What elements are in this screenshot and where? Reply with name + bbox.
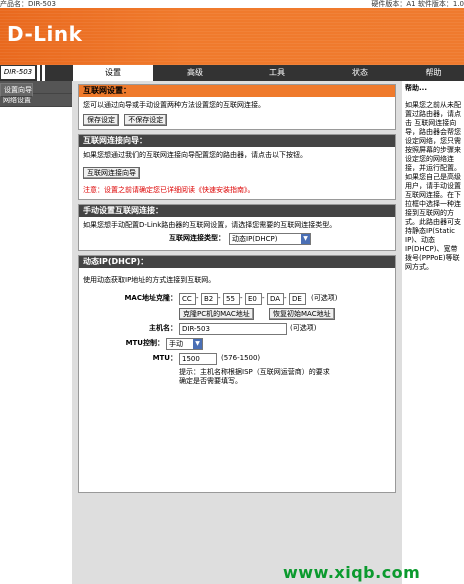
tab-setup[interactable]: 设置 — [73, 65, 153, 81]
sidebar-item-wizard[interactable]: 设置向导 — [0, 83, 33, 97]
product-name: 产品名：DIR-503 — [0, 0, 56, 8]
hint-line-1: 提示：主机名称根据ISP（互联网运营商）的要求 — [179, 368, 330, 376]
mac-field-1[interactable]: CC — [179, 293, 196, 305]
sidebar: 设置向导 无线设置 网络设置 — [0, 81, 72, 107]
mac-field-2[interactable]: B2 — [201, 293, 218, 305]
model-label: DIR-503 — [1, 66, 35, 79]
mtu-control-label: MTU控制： — [125, 339, 164, 347]
mtu-control-select[interactable]: 手动 ▼ — [166, 338, 203, 350]
connection-type-select[interactable]: 动态IP(DHCP) ▼ — [229, 233, 311, 245]
internet-setup-box: 互联网设置： 您可以通过向导或手动设置两种方法设置您的互联网连接。 保存设定 不… — [78, 84, 396, 130]
tab-tools[interactable]: 工具 — [237, 65, 317, 81]
chevron-down-icon: ▼ — [193, 339, 202, 349]
mac-separator: - — [196, 294, 199, 302]
mac-field-4[interactable]: E0 — [245, 293, 262, 305]
mac-separator: - — [240, 294, 243, 302]
mac-separator: - — [284, 294, 287, 302]
help-text: 如果您之前从未配置过路由器，请点击 互联网连接向导，路由器会帮您设定网络，您只需… — [405, 101, 461, 271]
connection-type-value: 动态IP(DHCP) — [232, 235, 278, 243]
mac-field-5[interactable]: DA — [267, 293, 284, 305]
help-panel: 帮助... 如果您之前从未配置过路由器，请点击 互联网连接向导，路由器会帮您设定… — [402, 81, 464, 584]
save-button[interactable]: 保存设定 — [83, 114, 119, 126]
wizard-desc: 如果您想通过我们的互联网连接向导配置您的路由器，请点击以下按钮。 — [83, 151, 307, 159]
restore-mac-button[interactable]: 恢复初始MAC地址 — [269, 308, 335, 320]
version-info: 硬件版本：A1 软件版本：1.0 — [371, 0, 464, 8]
mtu-range: (576-1500) — [221, 354, 261, 362]
mac-optional: (可选项) — [311, 294, 338, 302]
mtu-input[interactable]: 1500 — [179, 353, 217, 365]
nav-separator — [37, 65, 40, 81]
dhcp-box: 动态IP(DHCP)： 使用动态获取IP地址的方式连接到互联网。 MAC地址克隆… — [78, 255, 396, 493]
header-banner: D-Link — [0, 8, 464, 65]
mac-separator: - — [262, 294, 265, 302]
wizard-title: 互联网连接向导： — [79, 135, 395, 147]
clone-pc-mac-button[interactable]: 克隆PC机的MAC地址 — [179, 308, 254, 320]
mtu-label: MTU： — [152, 354, 177, 362]
dlink-logo: D-Link — [7, 22, 83, 46]
dont-save-button[interactable]: 不保存设定 — [124, 114, 168, 126]
mac-field-6[interactable]: DE — [289, 293, 306, 305]
wizard-box: 互联网连接向导： 如果您想通过我们的互联网连接向导配置您的路由器，请点击以下按钮… — [78, 134, 396, 200]
nav-separator — [42, 65, 45, 81]
tab-advanced[interactable]: 高级 — [155, 65, 235, 81]
tab-status[interactable]: 状态 — [319, 65, 401, 81]
hostname-label: 主机名： — [149, 324, 177, 332]
site-watermark: www.xiqb.com — [283, 563, 421, 582]
hostname-input[interactable]: DIR-503 — [179, 323, 287, 335]
wizard-note: 注意：设置之前请确定您已详细阅读《快速安装指南》。 — [83, 186, 255, 194]
mtu-control-value: 手动 — [169, 340, 183, 348]
hostname-optional: (可选项) — [290, 324, 317, 332]
manual-desc: 如果您想手动配置D-Link路由器的互联网设置，请选择您需要的互联网连接类型。 — [83, 221, 337, 229]
top-info-bar: 产品名：DIR-503 硬件版本：A1 软件版本：1.0 — [0, 0, 464, 8]
manual-box: 手动设置互联网连接： 如果您想手动配置D-Link路由器的互联网设置，请选择您需… — [78, 204, 396, 251]
help-title: 帮助... — [405, 84, 427, 92]
chevron-down-icon: ▼ — [301, 234, 310, 244]
dhcp-title: 动态IP(DHCP)： — [79, 256, 395, 268]
dhcp-desc: 使用动态获取IP地址的方式连接到互联网。 — [83, 276, 216, 284]
internet-setup-title: 互联网设置： — [79, 85, 395, 97]
internet-setup-desc: 您可以通过向导或手动设置两种方法设置您的互联网连接。 — [83, 101, 265, 109]
mac-field-3[interactable]: 55 — [223, 293, 240, 305]
mac-separator: - — [218, 294, 221, 302]
wizard-button[interactable]: 互联网连接向导 — [83, 167, 140, 179]
left-column — [0, 81, 72, 584]
main-content: 互联网设置： 您可以通过向导或手动设置两种方法设置您的互联网连接。 保存设定 不… — [78, 84, 396, 497]
manual-title: 手动设置互联网连接： — [79, 205, 395, 217]
tab-help[interactable]: 帮助 — [403, 65, 464, 81]
mac-clone-label: MAC地址克隆： — [124, 294, 177, 302]
connection-type-label: 互联网连接类型： — [169, 234, 225, 242]
hint-line-2: 确定是否需要填写。 — [179, 377, 242, 385]
